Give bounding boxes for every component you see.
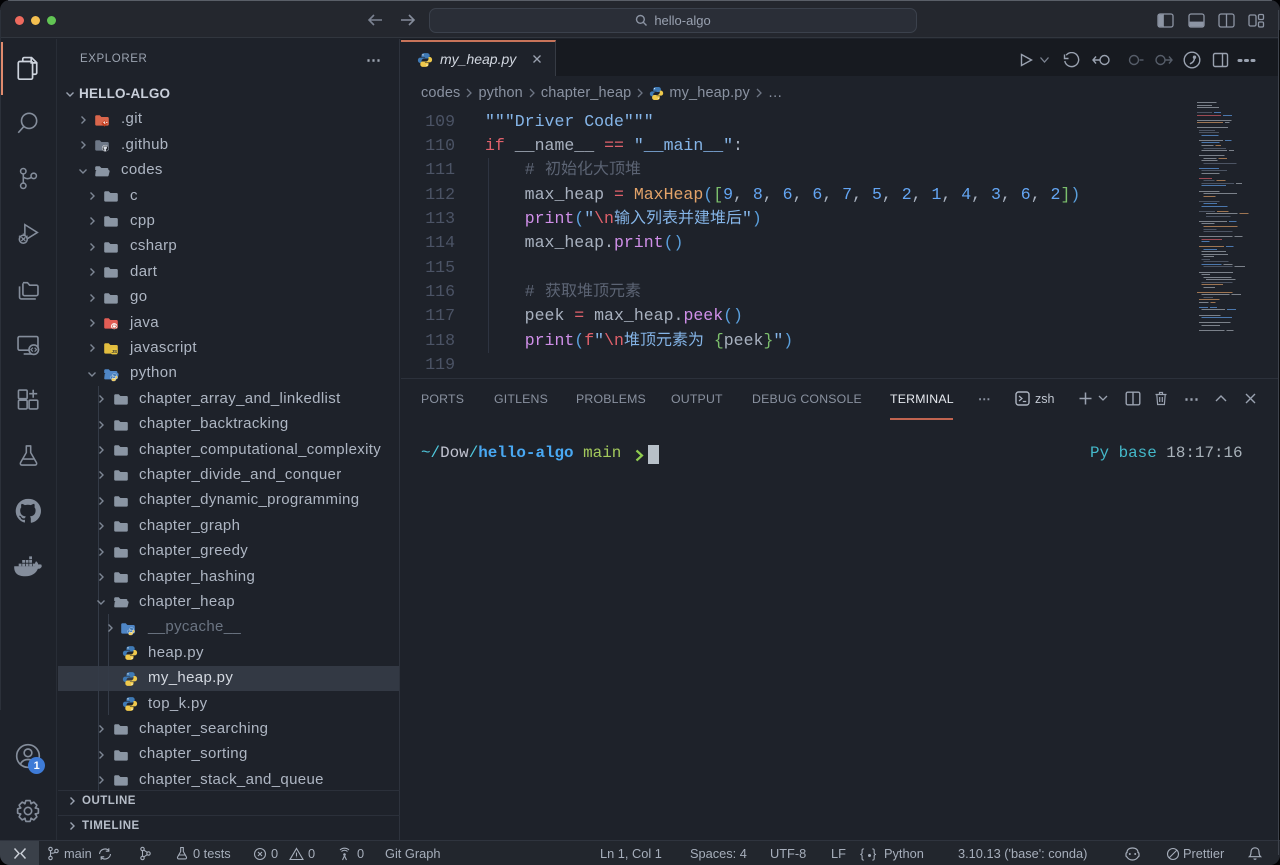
svg-text:JS: JS bbox=[111, 349, 117, 354]
